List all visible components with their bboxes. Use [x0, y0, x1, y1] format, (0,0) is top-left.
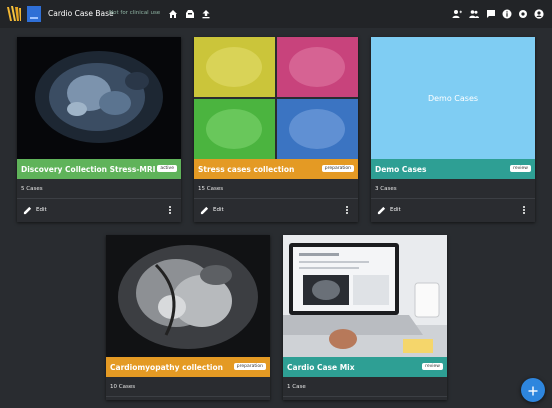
collection-image[interactable]: [283, 235, 447, 357]
top-bar: Cardio Case Base Not for clinical use: [0, 0, 552, 28]
pencil-icon: [377, 206, 386, 215]
edit-label: Edit: [390, 207, 401, 213]
plus-icon: [528, 381, 538, 400]
settings-icon[interactable]: [517, 8, 529, 20]
edit-button[interactable]: Edit: [23, 204, 47, 216]
card-divider: [371, 198, 535, 199]
partner-logo: [27, 6, 41, 22]
app-title[interactable]: Cardio Case Base: [48, 9, 114, 18]
home-icon[interactable]: [167, 8, 179, 20]
more-options-icon[interactable]: [344, 205, 350, 217]
collection-title[interactable]: Demo Cases: [375, 165, 426, 174]
collection-title-band: Cardiomyopathy collection preparation: [106, 357, 270, 377]
collection-image[interactable]: [17, 37, 181, 159]
status-badge: review: [510, 165, 531, 172]
app-logo[interactable]: [5, 4, 23, 24]
case-count: 3 Cases: [375, 186, 397, 192]
collection-card[interactable]: Demo Cases Demo Cases review 3 Cases Edi…: [371, 37, 535, 222]
collection-title-band: Discovery Collection Stress-MRI active: [17, 159, 181, 179]
pencil-icon: [23, 206, 32, 215]
card-divider: [106, 396, 270, 397]
add-user-icon[interactable]: [451, 8, 463, 20]
collection-card[interactable]: Cardio Case Mix review 1 Case: [283, 235, 447, 400]
card-divider: [17, 198, 181, 199]
card-divider: [283, 396, 447, 397]
status-badge: preparation: [233, 363, 266, 370]
upload-icon[interactable]: [200, 8, 212, 20]
clinical-disclaimer: Not for clinical use: [109, 10, 161, 16]
more-options-icon[interactable]: [521, 205, 527, 217]
collection-title[interactable]: Discovery Collection Stress-MRI: [21, 165, 155, 174]
collection-card[interactable]: Stress cases collection preparation 15 C…: [194, 37, 358, 222]
edit-button[interactable]: Edit: [377, 204, 401, 216]
status-badge: preparation: [321, 165, 354, 172]
status-badge: review: [422, 363, 443, 370]
collection-image[interactable]: [106, 235, 270, 357]
pencil-icon: [200, 206, 209, 215]
collection-card[interactable]: Cardiomyopathy collection preparation 10…: [106, 235, 270, 400]
collection-title[interactable]: Cardiomyopathy collection: [110, 363, 223, 372]
image-caption: Demo Cases: [427, 93, 479, 103]
add-collection-button[interactable]: [521, 378, 545, 402]
account-icon[interactable]: [533, 8, 545, 20]
case-count: 1 Case: [287, 384, 306, 390]
case-count: 10 Cases: [110, 384, 136, 390]
chat-icon[interactable]: [485, 8, 497, 20]
inbox-icon[interactable]: [184, 8, 196, 20]
edit-button[interactable]: Edit: [200, 204, 224, 216]
status-badge: active: [157, 165, 177, 172]
case-count: 15 Cases: [198, 186, 224, 192]
more-options-icon[interactable]: [167, 205, 173, 217]
card-divider: [194, 198, 358, 199]
case-count: 5 Cases: [21, 186, 43, 192]
edit-label: Edit: [213, 207, 224, 213]
collection-title-band: Demo Cases review: [371, 159, 535, 179]
collection-title[interactable]: Cardio Case Mix: [287, 363, 355, 372]
collection-title[interactable]: Stress cases collection: [198, 165, 294, 174]
collection-image[interactable]: Demo Cases: [371, 37, 535, 159]
group-icon[interactable]: [468, 8, 480, 20]
collection-title-band: Stress cases collection preparation: [194, 159, 358, 179]
collection-image[interactable]: [194, 37, 358, 159]
edit-label: Edit: [36, 207, 47, 213]
collection-card[interactable]: Discovery Collection Stress-MRI active 5…: [17, 37, 181, 222]
collection-title-band: Cardio Case Mix review: [283, 357, 447, 377]
info-icon[interactable]: [501, 8, 513, 20]
